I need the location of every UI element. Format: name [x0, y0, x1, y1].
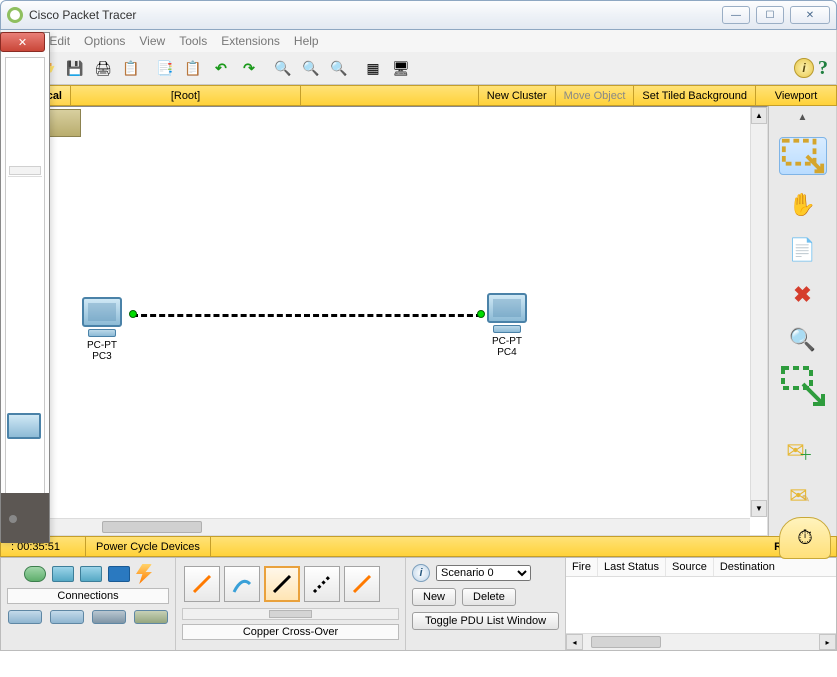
- inspect-tool-icon[interactable]: 🔍: [779, 324, 827, 355]
- cable-scroll[interactable]: [182, 608, 399, 620]
- selected-cable-label: Copper Cross-Over: [182, 624, 399, 640]
- wan-emulation-icon[interactable]: [50, 610, 84, 624]
- device-pc3[interactable]: PC-PT PC3: [82, 297, 122, 362]
- end-devices-icon[interactable]: [8, 610, 42, 624]
- cable-console-icon[interactable]: [224, 566, 260, 602]
- close-button[interactable]: ✕: [790, 6, 830, 24]
- floating-device-preview: [1, 493, 49, 543]
- set-tiled-bg-button[interactable]: Set Tiled Background: [634, 86, 756, 105]
- pc-base-icon: [88, 329, 116, 337]
- new-cluster-button[interactable]: New Cluster: [479, 86, 556, 105]
- hubs-category-icon[interactable]: [80, 566, 102, 582]
- save-icon[interactable]: 💾: [62, 55, 88, 81]
- pc-monitor-icon: [82, 297, 122, 327]
- multiuser-icon[interactable]: [134, 610, 168, 624]
- pdu-col-fire[interactable]: Fire: [566, 558, 598, 576]
- status-bar: : 00:35:51 Power Cycle Devices Realtime: [0, 536, 837, 557]
- realtime-bubble-icon[interactable]: ⏱: [779, 517, 831, 559]
- zoom-in-icon[interactable]: 🔍: [270, 55, 296, 81]
- menu-bar: File Edit Options View Tools Extensions …: [0, 30, 837, 52]
- root-breadcrumb[interactable]: [Root]: [71, 86, 301, 105]
- toggle-pdu-window-button[interactable]: Toggle PDU List Window: [412, 612, 559, 630]
- menu-edit[interactable]: Edit: [49, 34, 70, 48]
- context-bar: Logical [Root] New Cluster Move Object S…: [0, 85, 837, 106]
- wireless-category-icon[interactable]: [108, 566, 130, 582]
- select-tool-icon[interactable]: [779, 137, 827, 175]
- bg-thumb-icon: [47, 109, 81, 137]
- scenario-info-icon[interactable]: i: [412, 564, 430, 582]
- app-icon: [7, 7, 23, 23]
- note-tool-icon[interactable]: 📄: [779, 234, 827, 265]
- canvas-hscroll[interactable]: [2, 518, 750, 535]
- menu-extensions[interactable]: Extensions: [221, 34, 280, 48]
- zoom-out-icon[interactable]: 🔍: [326, 55, 352, 81]
- window-title: Cisco Packet Tracer: [29, 8, 722, 22]
- floating-close-button[interactable]: ✕: [0, 32, 45, 52]
- floating-pc-icon: [7, 413, 41, 439]
- redo-icon[interactable]: ↷: [236, 55, 262, 81]
- simple-pdu-icon[interactable]: ✉＋: [779, 435, 827, 466]
- maximize-button[interactable]: ☐: [756, 6, 784, 24]
- device-label: PC-PT PC3: [87, 340, 117, 362]
- link-port-pc4: [477, 310, 485, 318]
- floating-scrollbar[interactable]: [9, 166, 41, 175]
- cable-crossover-icon[interactable]: [264, 566, 300, 602]
- delete-tool-icon[interactable]: ✖: [779, 279, 827, 310]
- link-pc3-pc4[interactable]: [132, 314, 482, 317]
- device-dock: Connections Copper Cross-Over i Scenario…: [0, 557, 837, 651]
- print-icon[interactable]: 🖨: [90, 55, 116, 81]
- scenario-select[interactable]: Scenario 0: [436, 565, 531, 581]
- category-label: Connections: [7, 588, 169, 604]
- link-port-pc3: [129, 310, 137, 318]
- menu-help[interactable]: Help: [294, 34, 319, 48]
- resize-tool-icon[interactable]: [779, 369, 827, 407]
- copy-icon[interactable]: 📑: [152, 55, 178, 81]
- palette-icon[interactable]: ▦: [360, 55, 386, 81]
- topology-canvas[interactable]: PC-PT PC3 PC-PT PC4 ▲▼: [1, 106, 768, 536]
- main-toolbar: 📄 📂 💾 🖨 📋 📑 📋 ↶ ↷ 🔍 🔍 🔍 ▦ 🖥 i ?: [0, 52, 837, 85]
- cable-auto-icon[interactable]: [184, 566, 220, 602]
- switches-category-icon[interactable]: [52, 566, 74, 582]
- wizard-icon[interactable]: 📋: [118, 55, 144, 81]
- menu-options[interactable]: Options: [84, 34, 125, 48]
- menu-view[interactable]: View: [139, 34, 165, 48]
- right-toolbox: ▲ ✋ 📄 ✖ 🔍 ✉＋ ✉✎ ▼: [768, 106, 836, 536]
- device-label: PC-PT PC4: [492, 336, 522, 358]
- pdu-list: Fire Last Status Source Destination ◂▸: [566, 558, 836, 650]
- connections-category-icon[interactable]: [136, 564, 152, 584]
- info-icon[interactable]: i: [794, 58, 814, 78]
- floating-panel[interactable]: ✕: [0, 32, 50, 542]
- custom-made-icon[interactable]: [92, 610, 126, 624]
- pc-monitor-icon: [487, 293, 527, 323]
- move-object-button[interactable]: Move Object: [556, 86, 635, 105]
- canvas-vscroll[interactable]: ▲▼: [750, 107, 767, 517]
- pdu-col-source[interactable]: Source: [666, 558, 714, 576]
- viewport-button[interactable]: Viewport: [756, 86, 836, 105]
- custom-device-icon[interactable]: 🖥: [388, 55, 414, 81]
- minimize-button[interactable]: —: [722, 6, 750, 24]
- palette-scroll-up[interactable]: ▲: [798, 112, 808, 123]
- complex-pdu-icon[interactable]: ✉✎: [779, 480, 827, 511]
- pdu-hscroll[interactable]: ◂▸: [566, 633, 836, 650]
- move-tool-icon[interactable]: ✋: [779, 189, 827, 220]
- scenario-delete-button[interactable]: Delete: [462, 588, 516, 606]
- menu-tools[interactable]: Tools: [179, 34, 207, 48]
- paste-icon[interactable]: 📋: [180, 55, 206, 81]
- undo-icon[interactable]: ↶: [208, 55, 234, 81]
- routers-category-icon[interactable]: [24, 566, 46, 582]
- power-cycle-button[interactable]: Power Cycle Devices: [86, 537, 211, 556]
- cable-straight-icon[interactable]: [304, 566, 340, 602]
- pdu-col-destination[interactable]: Destination: [714, 558, 781, 576]
- scenario-new-button[interactable]: New: [412, 588, 456, 606]
- pdu-col-laststatus[interactable]: Last Status: [598, 558, 666, 576]
- pc-base-icon: [493, 325, 521, 333]
- device-pc4[interactable]: PC-PT PC4: [487, 293, 527, 358]
- cable-fiber-icon[interactable]: [344, 566, 380, 602]
- zoom-reset-icon[interactable]: 🔍: [298, 55, 324, 81]
- help-icon[interactable]: ?: [818, 57, 828, 80]
